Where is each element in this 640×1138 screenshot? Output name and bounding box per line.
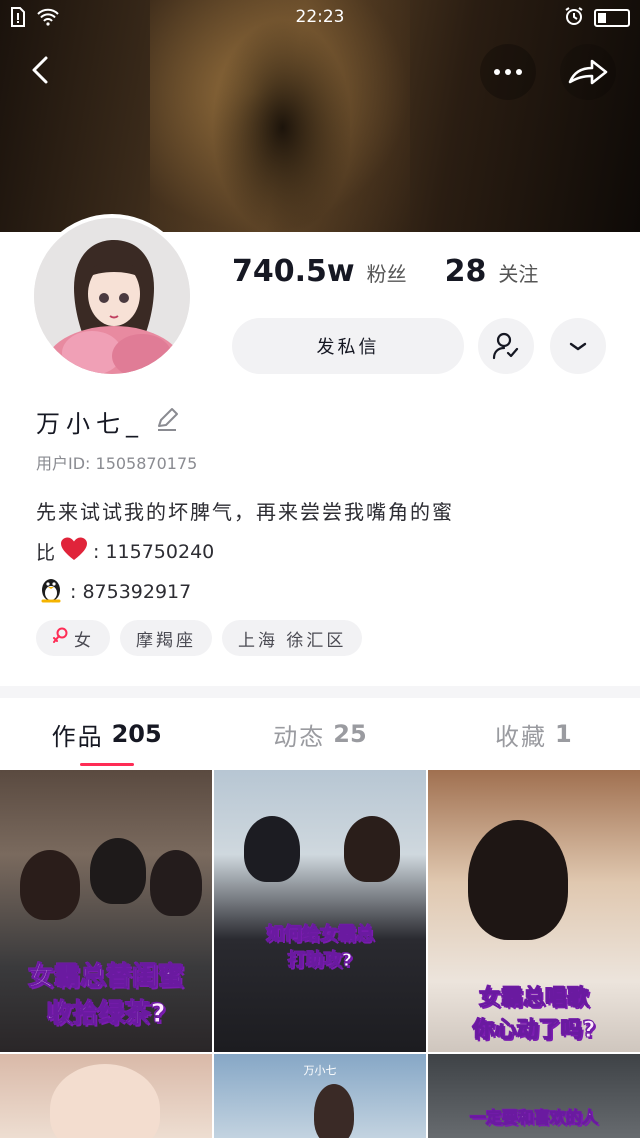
tab-favorites[interactable]: 收藏 1 bbox=[427, 698, 640, 770]
battery-icon bbox=[594, 9, 630, 27]
tag-label: 女 bbox=[74, 630, 94, 651]
bio-line: 比 : 115750240 bbox=[36, 536, 214, 567]
thumbnail-figure bbox=[90, 838, 146, 904]
clock: 22:23 bbox=[295, 7, 345, 27]
thumbnail-figure bbox=[344, 816, 400, 882]
video-thumbnail[interactable]: 一定要和喜欢的人 bbox=[428, 1054, 640, 1138]
penguin-icon bbox=[36, 575, 66, 608]
back-button[interactable] bbox=[18, 48, 62, 92]
thumbnail-figure bbox=[244, 816, 300, 882]
tab-works[interactable]: 作品 205 bbox=[0, 698, 213, 770]
expand-button[interactable] bbox=[550, 318, 606, 374]
tag-label: 摩羯座 bbox=[136, 630, 196, 651]
edit-icon[interactable] bbox=[154, 406, 180, 438]
thumbnail-figure bbox=[20, 850, 80, 920]
banner-silhouette bbox=[200, 0, 350, 232]
more-button[interactable] bbox=[480, 44, 536, 100]
follow-button[interactable] bbox=[478, 318, 534, 374]
avatar[interactable] bbox=[30, 214, 194, 378]
thumbnail-figure bbox=[314, 1084, 354, 1138]
message-button[interactable]: 发私信 bbox=[232, 318, 464, 374]
tab-count: 1 bbox=[554, 720, 572, 748]
share-icon bbox=[568, 59, 608, 85]
female-icon bbox=[52, 627, 68, 650]
more-icon bbox=[494, 69, 522, 75]
video-thumbnail[interactable]: 女霸总唱歌 你心动了吗? bbox=[428, 770, 640, 1052]
status-bar: 22:23 bbox=[0, 0, 640, 34]
bio-value: : 875392917 bbox=[70, 580, 192, 603]
content-tabs: 作品 205 动态 25 收藏 1 bbox=[0, 698, 640, 770]
bio-line: : 875392917 bbox=[36, 575, 191, 608]
tab-label: 收藏 bbox=[494, 722, 547, 751]
heart-icon bbox=[59, 536, 89, 567]
section-divider bbox=[0, 686, 640, 698]
alarm-icon bbox=[564, 6, 584, 30]
video-caption: 女霸总替闺蜜 收拾绿茶? bbox=[27, 962, 184, 1030]
profile-stats: 740.5w 粉丝 28 关注 bbox=[232, 254, 564, 289]
tab-label: 动态 bbox=[273, 722, 326, 751]
user-id: 用户ID: 1505870175 bbox=[36, 454, 198, 473]
thumbnail-figure bbox=[50, 1064, 160, 1138]
tag-zodiac: 摩羯座 bbox=[120, 620, 212, 656]
video-thumbnail[interactable] bbox=[0, 1054, 212, 1138]
video-caption: 女霸总唱歌 你心动了吗? bbox=[472, 986, 596, 1044]
tab-indicator bbox=[79, 763, 134, 766]
tag-location: 上海 徐汇区 bbox=[222, 620, 363, 656]
video-caption: 万小七 bbox=[303, 1064, 337, 1077]
video-thumbnail[interactable]: 如何给女霸总 打助攻? bbox=[214, 770, 426, 1052]
tab-count: 25 bbox=[333, 720, 367, 748]
followers-count[interactable]: 740.5w bbox=[232, 254, 355, 289]
bio-value: : 115750240 bbox=[93, 540, 215, 563]
nickname: 万小七_ bbox=[36, 404, 180, 439]
back-icon bbox=[32, 56, 48, 84]
tab-label: 作品 bbox=[51, 722, 104, 751]
tag-gender: 女 bbox=[36, 620, 110, 656]
tab-count: 205 bbox=[111, 720, 162, 748]
tag-label: 上海 徐汇区 bbox=[238, 630, 347, 651]
profile-tags: 女 摩羯座 上海 徐汇区 bbox=[36, 620, 363, 656]
video-caption: 一定要和喜欢的人 bbox=[469, 1108, 598, 1128]
chevron-down-icon bbox=[569, 342, 587, 351]
nickname-text: 万小七_ bbox=[36, 410, 144, 438]
thumbnail-figure bbox=[468, 820, 568, 940]
video-thumbnail[interactable]: 女霸总替闺蜜 收拾绿茶? bbox=[0, 770, 212, 1052]
bio-line: 先来试试我的坏脾气，再来尝尝我嘴角的蜜 bbox=[36, 500, 454, 524]
share-button[interactable] bbox=[560, 44, 616, 100]
thumbnail-figure bbox=[150, 850, 202, 916]
profile-banner bbox=[0, 0, 640, 232]
bio-prefix: 比 bbox=[36, 542, 56, 564]
followers-label[interactable]: 粉丝 bbox=[367, 258, 407, 287]
video-caption: 如何给女霸总 打助攻? bbox=[266, 924, 375, 972]
following-count[interactable]: 28 bbox=[445, 254, 487, 289]
follow-user-icon bbox=[492, 332, 519, 360]
following-label[interactable]: 关注 bbox=[498, 258, 538, 287]
video-thumbnail[interactable]: 万小七 bbox=[214, 1054, 426, 1138]
tab-moments[interactable]: 动态 25 bbox=[213, 698, 426, 770]
avatar-illustration bbox=[34, 218, 190, 374]
